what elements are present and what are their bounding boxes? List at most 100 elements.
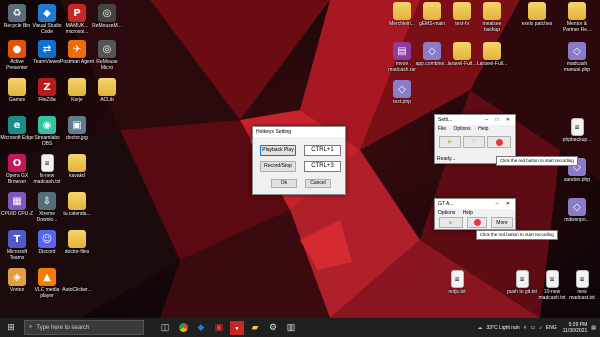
desktop-icon[interactable]: ≡ 10-new madcash.txt (535, 270, 569, 301)
weather-text[interactable]: 33°C Light rain (486, 325, 519, 331)
weather-icon[interactable]: ☁ (477, 325, 482, 331)
desktop-icon[interactable]: exels patches (520, 2, 554, 27)
task-view-icon[interactable]: ◫ (158, 321, 172, 335)
vscode-taskbar-icon[interactable]: ◆ (194, 321, 208, 335)
desktop-icon-image: ◎ (98, 40, 116, 58)
ok-button[interactable]: Ok (271, 179, 297, 188)
menu-file[interactable]: File (438, 126, 446, 132)
store-taskbar-icon[interactable]: ▥ (284, 321, 298, 335)
desktop-icon[interactable]: doctor-files (60, 230, 94, 255)
desktop-icon[interactable]: O Opera GX Browser (0, 154, 34, 185)
desktop-icon[interactable]: ▲ VLC media player (30, 268, 64, 299)
recorder-1-titlebar[interactable]: Setti... – □ ✕ (435, 115, 515, 125)
settings-button[interactable]: ⛉ (463, 136, 485, 148)
start-button[interactable]: ⊞ (4, 321, 18, 335)
taskbar-clock[interactable]: 5:29 PM 11/30/2021 (563, 322, 588, 334)
desktop-icon[interactable]: mealsee backup (475, 2, 509, 33)
desktop-icon-image: ● (8, 40, 26, 58)
taskbar-search[interactable]: ⌕ Type here to search (24, 320, 144, 335)
desktop-icon[interactable]: kavakd (60, 154, 94, 179)
desktop-icon[interactable]: ≡ notjs.txt (440, 270, 474, 295)
language-indicator[interactable]: ENG (546, 325, 557, 331)
desktop-icon[interactable]: ▣ doctor.jpg (60, 116, 94, 141)
desktop-icon[interactable]: gEMS-main (415, 2, 449, 27)
chrome-icon[interactable] (176, 321, 190, 335)
desktop-icon-label: phpbackup... (562, 137, 592, 143)
window-controls[interactable]: – □ ✕ (485, 115, 513, 125)
volume-icon[interactable]: ♪ (539, 325, 542, 331)
menu-help-2[interactable]: Help (463, 210, 473, 216)
desktop-icon[interactable]: ≡ push to git.txt (505, 270, 539, 295)
desktop-icon[interactable]: Mentor & Partner Re... (560, 2, 594, 33)
tray-chevron-icon[interactable]: ˄ (524, 325, 527, 331)
desktop-icon[interactable]: ◈ Vortex (0, 268, 34, 293)
explorer-taskbar-icon[interactable]: ▰ (248, 321, 262, 335)
play-button[interactable]: ▶ (439, 136, 461, 148)
desktop-icon-image (393, 2, 411, 20)
desktop-icon-label: mealsee backup (482, 21, 502, 33)
desktop-icon[interactable]: T Microsoft Teams (0, 230, 34, 261)
recorder-taskbar-icon[interactable]: ▪ (230, 320, 244, 335)
playback-play-button[interactable]: Playback Play (260, 145, 296, 156)
desktop-icon[interactable]: ◉ Streamlabs OBS (30, 116, 64, 147)
desktop-icon-image: ▦ (8, 192, 26, 210)
desktop-icon-image (8, 78, 26, 96)
menu-options[interactable]: Options (453, 126, 470, 132)
record-stop-button[interactable]: Record/Stop (260, 161, 296, 172)
recorder-2-titlebar[interactable]: GT A... – ✕ (435, 199, 515, 209)
desktop-icon[interactable]: laravel-Full... (445, 42, 479, 67)
desktop-icon[interactable]: ◇ test.php (385, 80, 419, 105)
desktop-icon[interactable]: ACLib (90, 78, 124, 103)
desktop-icon[interactable]: Laravel-Full... (475, 42, 509, 67)
desktop-icon[interactable]: ◇ madcash manual.php (560, 42, 594, 73)
desktop-icon[interactable]: ✈ Postman Agent (60, 40, 94, 65)
desktop-icon[interactable]: P MAMUK... microsoi... (60, 4, 94, 35)
desktop-icon[interactable]: ◎ ReMouse Micro (90, 40, 124, 71)
desktop-icon[interactable]: ⇄ TeamViewer (30, 40, 64, 65)
play-button-2[interactable]: ▶ (439, 217, 463, 228)
desktop-icon-image: ≡ (515, 270, 529, 288)
desktop-icon-image (453, 2, 471, 20)
desktop-icon-label: Mentor & Partner Re... (562, 21, 592, 33)
desktop-icon[interactable]: ♻ Recycle Bin (0, 4, 34, 29)
desktop-icon[interactable]: ≡ phpbackup... (560, 118, 594, 143)
more-button[interactable]: More (491, 217, 513, 228)
desktop-icon[interactable]: ☺ Discord (30, 230, 64, 255)
desktop-icon[interactable]: ≡ new madcast.txt (565, 270, 599, 301)
system-tray: ☁ 33°C Light rain ˄ ▭ ♪ ENG 5:29 PM 11/3… (473, 318, 596, 337)
desktop-icon[interactable]: ◇ app.combine... (415, 42, 449, 67)
desktop-icon[interactable]: tu.calenda... (60, 192, 94, 217)
desktop-icon[interactable]: Merchlein... (385, 2, 419, 27)
desktop-icon[interactable]: ◇ mdwsnpo... (560, 198, 594, 223)
app-taskbar-icon[interactable]: ▣ (212, 321, 226, 335)
desktop-icon[interactable]: ▤ mvoe madcash.rar (385, 42, 419, 73)
hotkeys-dialog-titlebar[interactable]: Hotkeys Setting (253, 127, 345, 137)
desktop-icon-image (68, 230, 86, 248)
settings-taskbar-icon[interactable]: ⚙ (266, 321, 280, 335)
window-controls-2[interactable]: – ✕ (496, 199, 513, 209)
desktop-icon[interactable]: ◆ Visual Studio Code (30, 4, 64, 35)
notification-icon[interactable]: ▤ (591, 325, 596, 331)
record-button-2[interactable] (467, 217, 487, 228)
desktop-icon[interactable]: Games (0, 78, 34, 103)
desktop-icon[interactable]: ● Active Presenter (0, 40, 34, 71)
desktop-icon[interactable]: Kerje (60, 78, 94, 103)
desktop-icon-image: ♻ (8, 4, 26, 22)
desktop-icon-label: FileZilla (38, 97, 56, 103)
menu-options-2[interactable]: Options (438, 210, 455, 216)
menu-help[interactable]: Help (478, 126, 488, 132)
hotkeys-dialog: Hotkeys Setting Playback Play CTRL+1 Rec… (252, 126, 346, 195)
desktop-icon[interactable]: ◎ ReMouseM... (90, 4, 124, 29)
record-hotkey-field[interactable]: CTRL+3 (304, 161, 341, 172)
desktop-icon[interactable]: ≡ fs-new madcash.txt (30, 154, 64, 185)
desktop-icon[interactable]: ⇩ Xtreme Downlo... (30, 192, 64, 223)
desktop-icon[interactable]: ▦ CPUID CPU-Z (0, 192, 34, 217)
playback-hotkey-field[interactable]: CTRL+1 (304, 145, 341, 156)
desktop-icon[interactable]: Z FileZilla (30, 78, 64, 103)
desktop-icon[interactable]: e Microsoft Edge (0, 116, 34, 141)
desktop-icon[interactable]: AutoClicker... (60, 268, 94, 293)
cancel-button[interactable]: Cancel (305, 179, 331, 188)
desktop-icon[interactable]: test-hi (445, 2, 479, 27)
network-icon[interactable]: ▭ (531, 325, 536, 331)
record-button[interactable] (487, 136, 511, 148)
